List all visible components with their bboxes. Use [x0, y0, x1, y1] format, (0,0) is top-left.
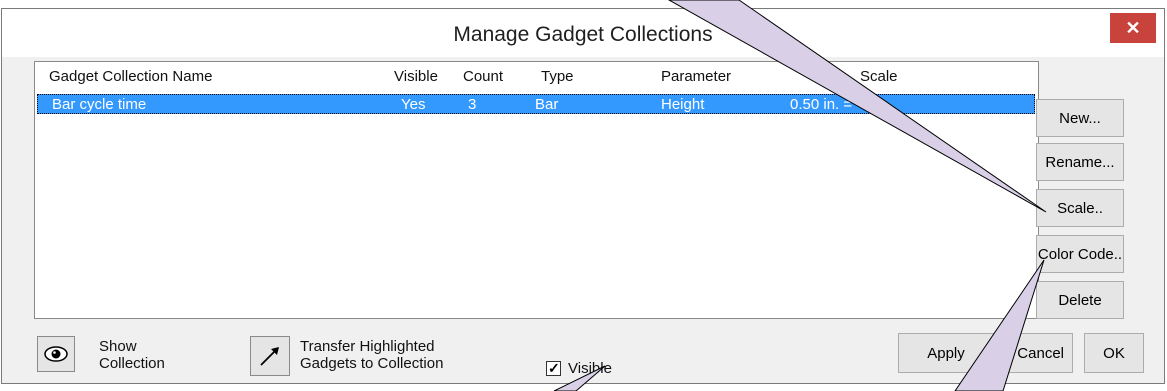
visible-checkbox-label: Visible [568, 360, 612, 377]
transfer-gadgets-label: Transfer Highlighted Gadgets to Collecti… [300, 338, 443, 372]
transfer-gadgets-button[interactable] [250, 336, 290, 376]
ok-button[interactable]: OK [1084, 333, 1144, 373]
visible-checkbox[interactable]: ✓ [546, 360, 561, 376]
color-code-button[interactable]: Color Code.. [1036, 235, 1124, 273]
column-header-name[interactable]: Gadget Collection Name [49, 68, 212, 88]
column-header-scale[interactable]: Scale [860, 68, 898, 88]
table-row[interactable]: Bar cycle time Yes 3 Bar Height 0.50 in.… [37, 94, 1035, 114]
close-button[interactable]: ✕ [1110, 13, 1156, 43]
cancel-button[interactable]: Cancel [998, 333, 1073, 373]
show-collection-label: Show Collection [99, 338, 165, 372]
new-button[interactable]: New... [1036, 99, 1124, 137]
checkmark-icon: ✓ [548, 360, 560, 376]
manage-gadget-collections-dialog: Manage Gadget Collections ✕ Gadget Colle… [1, 8, 1165, 384]
row-name: Bar cycle time [52, 96, 147, 113]
column-header-parameter[interactable]: Parameter [661, 68, 731, 88]
transfer-label-line1: Transfer Highlighted [300, 338, 435, 355]
row-type: Bar [535, 96, 559, 113]
collections-list[interactable]: Gadget Collection Name Visible Count Typ… [34, 61, 1039, 319]
show-label-line1: Show [99, 338, 137, 355]
row-parameter: Height [661, 96, 705, 113]
dialog-title: Manage Gadget Collections [453, 23, 713, 46]
rename-button[interactable]: Rename... [1036, 143, 1124, 181]
transfer-label-line2: Gadgets to Collection [300, 355, 444, 372]
show-collection-button[interactable] [37, 336, 75, 372]
apply-button[interactable]: Apply [898, 333, 994, 373]
row-visible: Yes [401, 96, 426, 113]
row-count: 3 [468, 96, 477, 113]
title-bar: Manage Gadget Collections ✕ [2, 9, 1164, 57]
row-scale: 0.50 in. = [790, 96, 853, 113]
eye-icon [44, 346, 68, 362]
arrow-icon [260, 347, 279, 366]
delete-button[interactable]: Delete [1036, 281, 1124, 319]
show-label-line2: Collection [99, 355, 165, 372]
column-header-visible[interactable]: Visible [394, 68, 438, 88]
column-header-type[interactable]: Type [541, 68, 574, 88]
scale-button[interactable]: Scale.. [1036, 189, 1124, 227]
column-header-count[interactable]: Count [463, 68, 503, 88]
